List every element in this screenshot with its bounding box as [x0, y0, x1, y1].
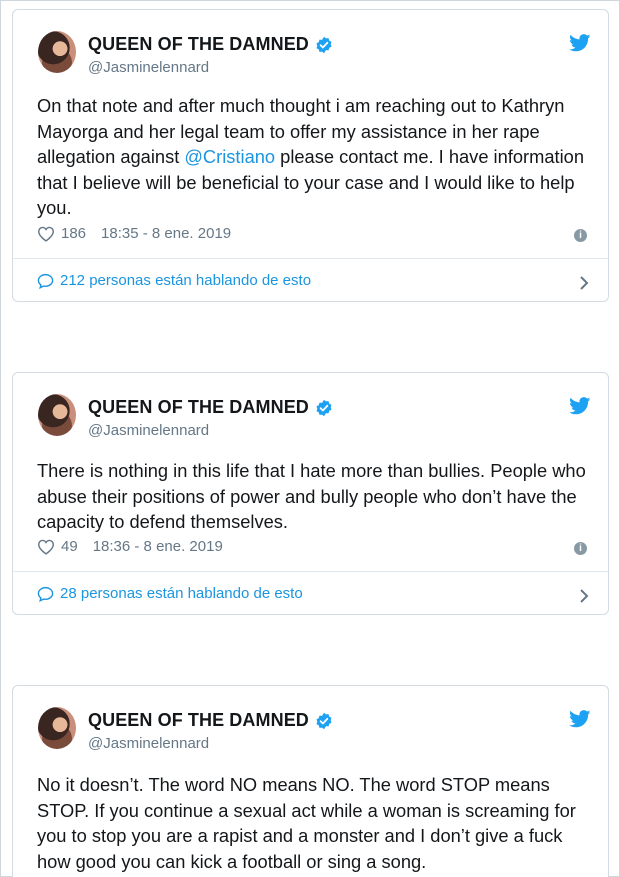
avatar[interactable]	[38, 707, 76, 749]
author-handle[interactable]: @Jasminelennard	[88, 735, 209, 752]
speech-bubble-icon	[37, 586, 54, 602]
tweet-text: No it doesn’t. The word NO means NO. The…	[37, 774, 576, 872]
twitter-bird-icon[interactable]	[569, 710, 591, 728]
chevron-right-icon[interactable]	[578, 588, 590, 604]
author-name[interactable]: QUEEN OF THE DAMNED	[88, 710, 309, 731]
tweet-meta: 186 18:35 - 8 ene. 2019	[37, 225, 231, 242]
like-count[interactable]: 186	[61, 225, 86, 242]
conversation-link[interactable]: 212 personas están hablando de esto	[37, 272, 311, 289]
tweet-card[interactable]: QUEEN OF THE DAMNED @Jasminelennard On t…	[12, 9, 609, 302]
tweet-card[interactable]: QUEEN OF THE DAMNED @Jasminelennard No i…	[12, 685, 609, 877]
divider	[13, 571, 608, 572]
divider	[13, 258, 608, 259]
chevron-right-icon[interactable]	[578, 275, 590, 291]
tweet-text: There is nothing in this life that I hat…	[37, 460, 586, 532]
avatar[interactable]	[38, 394, 76, 436]
info-icon[interactable]: i	[574, 229, 587, 242]
author-name[interactable]: QUEEN OF THE DAMNED	[88, 397, 309, 418]
avatar[interactable]	[38, 31, 76, 73]
mention-link[interactable]: @Cristiano	[184, 146, 275, 167]
author-row: QUEEN OF THE DAMNED	[88, 710, 333, 731]
author-handle[interactable]: @Jasminelennard	[88, 59, 209, 76]
tweet-header: QUEEN OF THE DAMNED @Jasminelennard	[13, 686, 608, 760]
author-row: QUEEN OF THE DAMNED	[88, 397, 333, 418]
info-icon[interactable]: i	[574, 542, 587, 555]
speech-bubble-icon	[37, 273, 54, 289]
verified-badge-icon	[316, 36, 332, 53]
timestamp[interactable]: 18:36 - 8 ene. 2019	[93, 538, 223, 555]
author-name[interactable]: QUEEN OF THE DAMNED	[88, 34, 309, 55]
verified-badge-icon	[316, 399, 332, 416]
like-count[interactable]: 49	[61, 538, 78, 555]
tweet-header: QUEEN OF THE DAMNED @Jasminelennard	[13, 373, 608, 447]
tweet-header: QUEEN OF THE DAMNED @Jasminelennard	[13, 10, 608, 84]
author-row: QUEEN OF THE DAMNED	[88, 34, 333, 55]
tweet-meta: 49 18:36 - 8 ene. 2019	[37, 538, 223, 555]
heart-icon[interactable]	[37, 539, 55, 555]
heart-icon[interactable]	[37, 226, 55, 242]
twitter-bird-icon[interactable]	[569, 397, 591, 415]
conversation-link[interactable]: 28 personas están hablando de esto	[37, 585, 303, 602]
tweet-card[interactable]: QUEEN OF THE DAMNED @Jasminelennard Ther…	[12, 372, 609, 615]
tweet-text: On that note and after much thought i am…	[37, 93, 588, 221]
timestamp[interactable]: 18:35 - 8 ene. 2019	[101, 225, 231, 242]
conversation-label: 212 personas están hablando de esto	[60, 272, 312, 289]
conversation-label: 28 personas están hablando de esto	[60, 585, 303, 602]
twitter-bird-icon[interactable]	[569, 34, 591, 52]
verified-badge-icon	[316, 712, 332, 729]
author-handle[interactable]: @Jasminelennard	[88, 422, 209, 439]
